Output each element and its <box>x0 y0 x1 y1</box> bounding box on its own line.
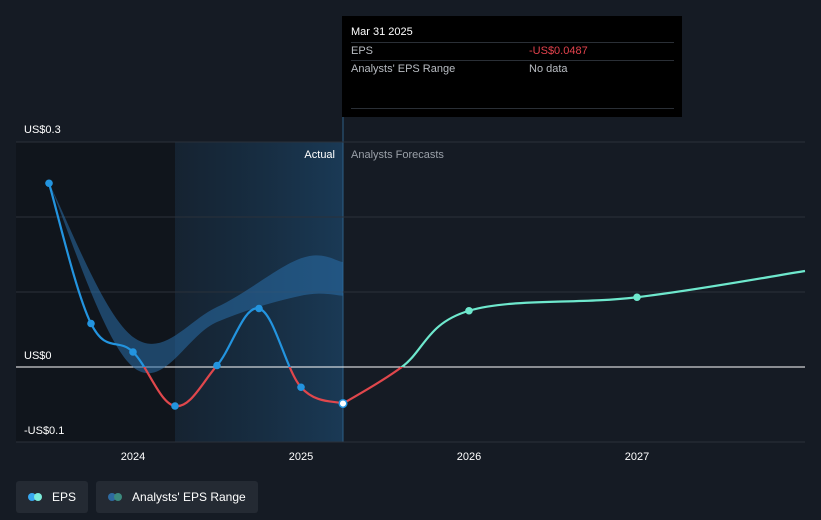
legend-range-label: Analysts' EPS Range <box>132 490 246 504</box>
tooltip-range-value: No data <box>529 63 568 75</box>
legend-item-eps[interactable]: EPS <box>16 481 89 513</box>
tooltip-range-row: Analysts' EPS Range No data <box>351 60 674 78</box>
eps-actual-point <box>129 348 137 356</box>
tooltip-divider <box>351 108 674 109</box>
tooltip-eps-row: EPS -US$0.0487 <box>351 42 674 60</box>
y-tick-label: US$0.3 <box>24 124 61 136</box>
eps-actual-point <box>297 383 305 392</box>
eps-tooltip: Mar 31 2025 EPS -US$0.0487 Analysts' EPS… <box>342 16 682 117</box>
eps-highlight-point <box>338 398 348 409</box>
range-swatch-icon <box>108 493 124 501</box>
actual-label: Actual <box>304 149 335 161</box>
tooltip-eps-value: -US$0.0487 <box>529 45 588 57</box>
x-tick-label: 2024 <box>121 451 145 463</box>
legend-item-analysts-range[interactable]: Analysts' EPS Range <box>96 481 258 513</box>
eps-forecast-line <box>399 269 806 367</box>
eps-actual-point <box>171 402 179 410</box>
eps-forecast-point <box>465 306 473 315</box>
y-tick-label: -US$0.1 <box>24 425 64 437</box>
eps-actual-point <box>87 319 95 328</box>
eps-forecast-line-negative <box>342 367 404 405</box>
x-tick-label: 2025 <box>289 451 313 463</box>
tooltip-date: Mar 31 2025 <box>351 26 413 38</box>
eps-actual-point <box>213 361 221 370</box>
forecast-label: Analysts Forecasts <box>351 149 444 161</box>
tooltip-eps-label: EPS <box>351 45 374 57</box>
legend-eps-label: EPS <box>52 490 77 504</box>
eps-swatch-icon <box>28 493 44 501</box>
chart-legend: EPS Analysts' EPS Range <box>16 481 258 513</box>
x-tick-label: 2027 <box>625 451 649 463</box>
tooltip-range-label: Analysts' EPS Range <box>351 63 456 75</box>
eps-actual-point <box>255 304 263 313</box>
x-tick-label: 2026 <box>457 451 481 463</box>
eps-actual-point <box>45 179 53 188</box>
eps-forecast-point <box>633 293 641 302</box>
y-tick-label: US$0 <box>24 350 52 362</box>
